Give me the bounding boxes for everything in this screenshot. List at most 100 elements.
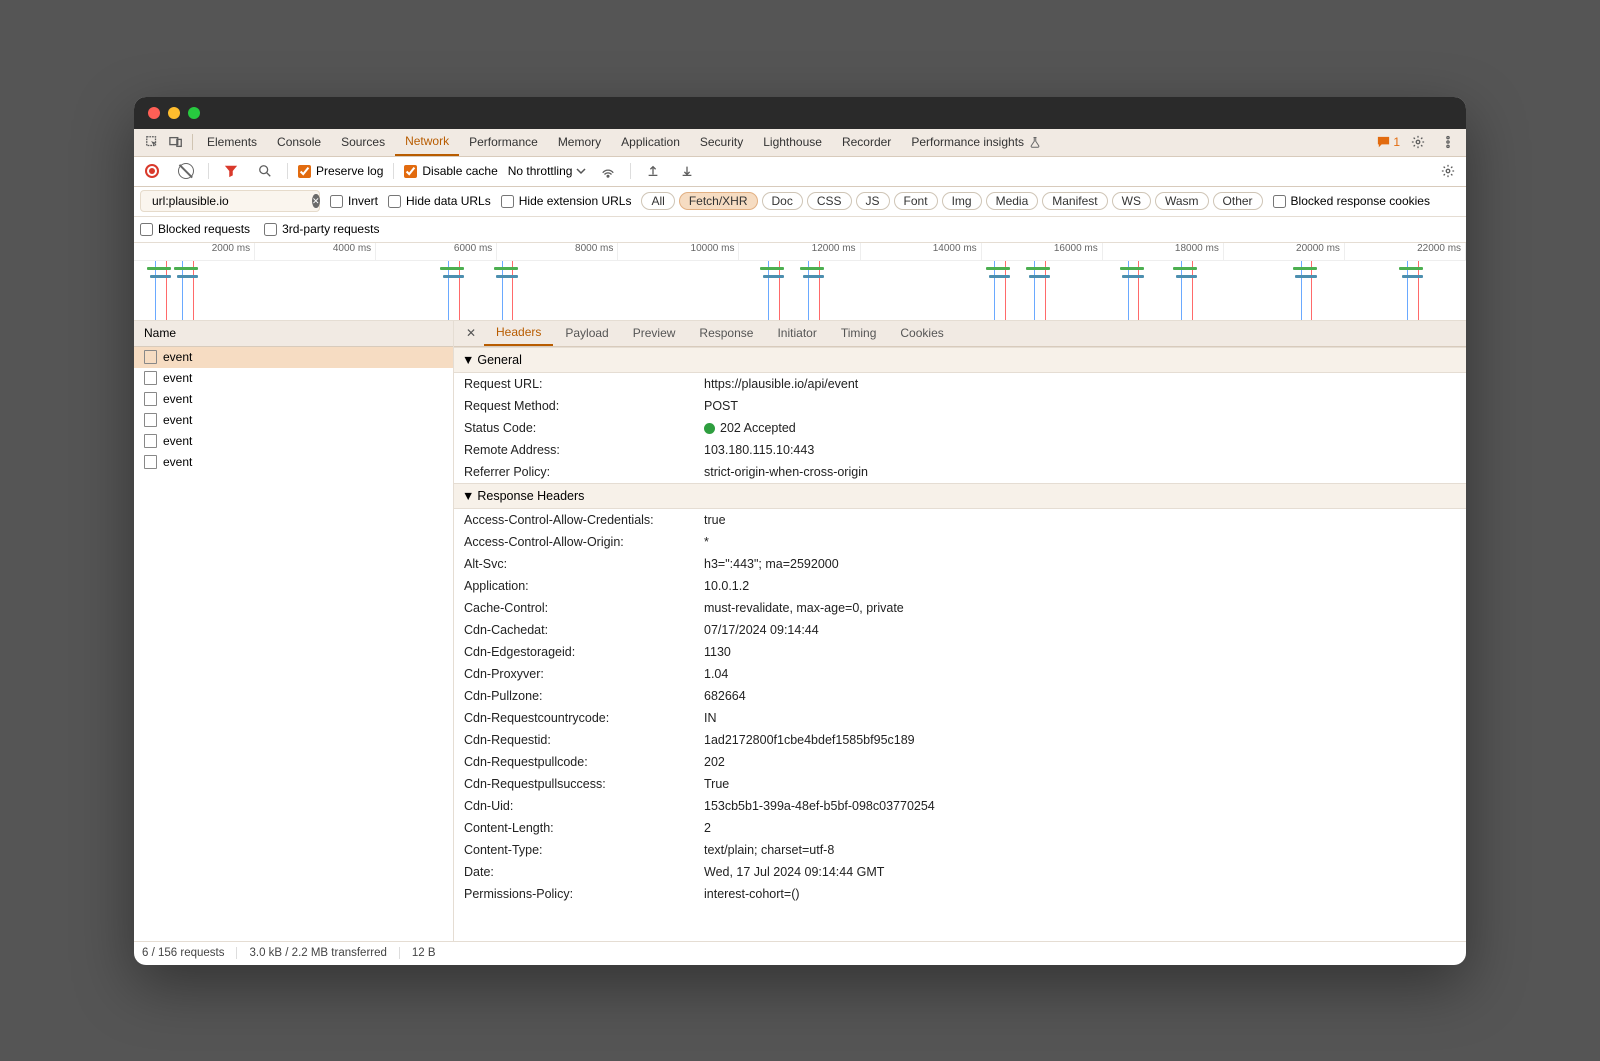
type-filter-wasm[interactable]: Wasm	[1155, 192, 1209, 210]
inspect-icon[interactable]	[140, 130, 164, 154]
type-filter-fetch-xhr[interactable]: Fetch/XHR	[679, 192, 758, 210]
section-header[interactable]: ▼Response Headers	[454, 483, 1466, 509]
export-icon[interactable]	[675, 159, 699, 183]
tab-application[interactable]: Application	[611, 128, 690, 156]
request-row[interactable]: event	[134, 347, 453, 368]
network-conditions-icon[interactable]	[596, 159, 620, 183]
detail-tab-preview[interactable]: Preview	[621, 321, 688, 347]
type-filter-manifest[interactable]: Manifest	[1042, 192, 1107, 210]
header-value: h3=":443"; ma=2592000	[704, 557, 1456, 571]
tab-elements[interactable]: Elements	[197, 128, 267, 156]
header-value: 1130	[704, 645, 1456, 659]
file-icon	[144, 455, 157, 469]
disclosure-triangle-icon: ▼	[462, 489, 474, 503]
request-list-header[interactable]: Name	[134, 321, 453, 347]
detail-tab-headers[interactable]: Headers	[484, 321, 553, 347]
close-detail-icon[interactable]: ✕	[458, 326, 484, 340]
filter-bar-2: Blocked requests 3rd-party requests	[134, 217, 1466, 243]
detail-tab-response[interactable]: Response	[687, 321, 765, 347]
filter-text-field[interactable]	[152, 194, 307, 208]
blocked-cookies-checkbox[interactable]: Blocked response cookies	[1273, 194, 1430, 208]
header-value: 10.0.1.2	[704, 579, 1456, 593]
request-row[interactable]: event	[134, 452, 453, 473]
header-row: Content-Length:2	[454, 817, 1466, 839]
record-button[interactable]	[140, 159, 164, 183]
type-filter-img[interactable]: Img	[942, 192, 982, 210]
detail-tab-cookies[interactable]: Cookies	[888, 321, 955, 347]
timeline-cluster	[440, 261, 467, 321]
header-key: Referrer Policy:	[464, 465, 704, 479]
tab-memory[interactable]: Memory	[548, 128, 611, 156]
request-name: event	[163, 413, 192, 427]
clear-filter-icon[interactable]: ✕	[312, 194, 320, 208]
hide-data-urls-checkbox[interactable]: Hide data URLs	[388, 194, 491, 208]
type-filter-css[interactable]: CSS	[807, 192, 852, 210]
close-window-button[interactable]	[148, 107, 160, 119]
detail-tab-timing[interactable]: Timing	[829, 321, 889, 347]
request-row[interactable]: event	[134, 410, 453, 431]
type-filter-other[interactable]: Other	[1213, 192, 1263, 210]
network-settings-icon[interactable]	[1436, 159, 1460, 183]
more-icon[interactable]	[1436, 130, 1460, 154]
search-icon[interactable]	[253, 159, 277, 183]
type-filter-all[interactable]: All	[641, 192, 674, 210]
tab-sources[interactable]: Sources	[331, 128, 395, 156]
request-row[interactable]: event	[134, 389, 453, 410]
tab-performance[interactable]: Performance	[459, 128, 548, 156]
import-icon[interactable]	[641, 159, 665, 183]
titlebar	[134, 97, 1466, 129]
minimize-window-button[interactable]	[168, 107, 180, 119]
file-icon	[144, 413, 157, 427]
disable-cache-checkbox[interactable]: Disable cache	[404, 164, 497, 178]
header-key: Request Method:	[464, 399, 704, 413]
tab-recorder[interactable]: Recorder	[832, 128, 901, 156]
third-party-checkbox[interactable]: 3rd-party requests	[264, 222, 379, 236]
waterfall-overview[interactable]: 2000 ms4000 ms6000 ms8000 ms10000 ms1200…	[134, 243, 1466, 321]
detail-tabs: ✕ HeadersPayloadPreviewResponseInitiator…	[454, 321, 1466, 347]
tab-performance-insights[interactable]: Performance insights	[901, 128, 1051, 156]
blocked-requests-checkbox[interactable]: Blocked requests	[140, 222, 250, 236]
header-row: Cdn-Pullzone:682664	[454, 685, 1466, 707]
header-key: Cdn-Requestpullcode:	[464, 755, 704, 769]
request-row[interactable]: event	[134, 431, 453, 452]
tab-console[interactable]: Console	[267, 128, 331, 156]
detail-tab-payload[interactable]: Payload	[553, 321, 620, 347]
device-toggle-icon[interactable]	[164, 130, 188, 154]
type-filter-js[interactable]: JS	[856, 192, 890, 210]
header-row: Request Method:POST	[454, 395, 1466, 417]
timeline-tick: 18000 ms	[1103, 243, 1224, 260]
tab-lighthouse[interactable]: Lighthouse	[753, 128, 832, 156]
maximize-window-button[interactable]	[188, 107, 200, 119]
header-row: Remote Address:103.180.115.10:443	[454, 439, 1466, 461]
timeline-cluster	[800, 261, 827, 321]
preserve-log-checkbox[interactable]: Preserve log	[298, 164, 383, 178]
type-filter-doc[interactable]: Doc	[762, 192, 803, 210]
type-filter-media[interactable]: Media	[986, 192, 1039, 210]
header-key: Cdn-Uid:	[464, 799, 704, 813]
header-row: Cdn-Requestpullsuccess:True	[454, 773, 1466, 795]
detail-tab-initiator[interactable]: Initiator	[765, 321, 828, 347]
timeline-cluster	[760, 261, 787, 321]
request-list-panel: Name eventeventeventeventeventevent	[134, 321, 454, 941]
tab-network[interactable]: Network	[395, 128, 459, 156]
hide-extension-urls-checkbox[interactable]: Hide extension URLs	[501, 194, 632, 208]
type-filter-font[interactable]: Font	[894, 192, 938, 210]
filter-toggle-icon[interactable]	[219, 159, 243, 183]
invert-checkbox[interactable]: Invert	[330, 194, 378, 208]
header-row: Application:10.0.1.2	[454, 575, 1466, 597]
tab-security[interactable]: Security	[690, 128, 753, 156]
clear-button[interactable]	[174, 159, 198, 183]
request-row[interactable]: event	[134, 368, 453, 389]
settings-icon[interactable]	[1406, 130, 1430, 154]
issues-badge[interactable]: 1	[1376, 135, 1400, 150]
filter-input[interactable]: ✕	[140, 190, 320, 212]
timeline-cluster	[1026, 261, 1053, 321]
header-row: Permissions-Policy:interest-cohort=()	[454, 883, 1466, 905]
section-header[interactable]: ▼General	[454, 347, 1466, 373]
header-value: 07/17/2024 09:14:44	[704, 623, 1456, 637]
header-key: Status Code:	[464, 421, 704, 435]
header-value: True	[704, 777, 1456, 791]
main-tabbar: ElementsConsoleSourcesNetworkPerformance…	[134, 129, 1466, 157]
throttling-select[interactable]: No throttling	[508, 164, 587, 178]
type-filter-ws[interactable]: WS	[1112, 192, 1151, 210]
